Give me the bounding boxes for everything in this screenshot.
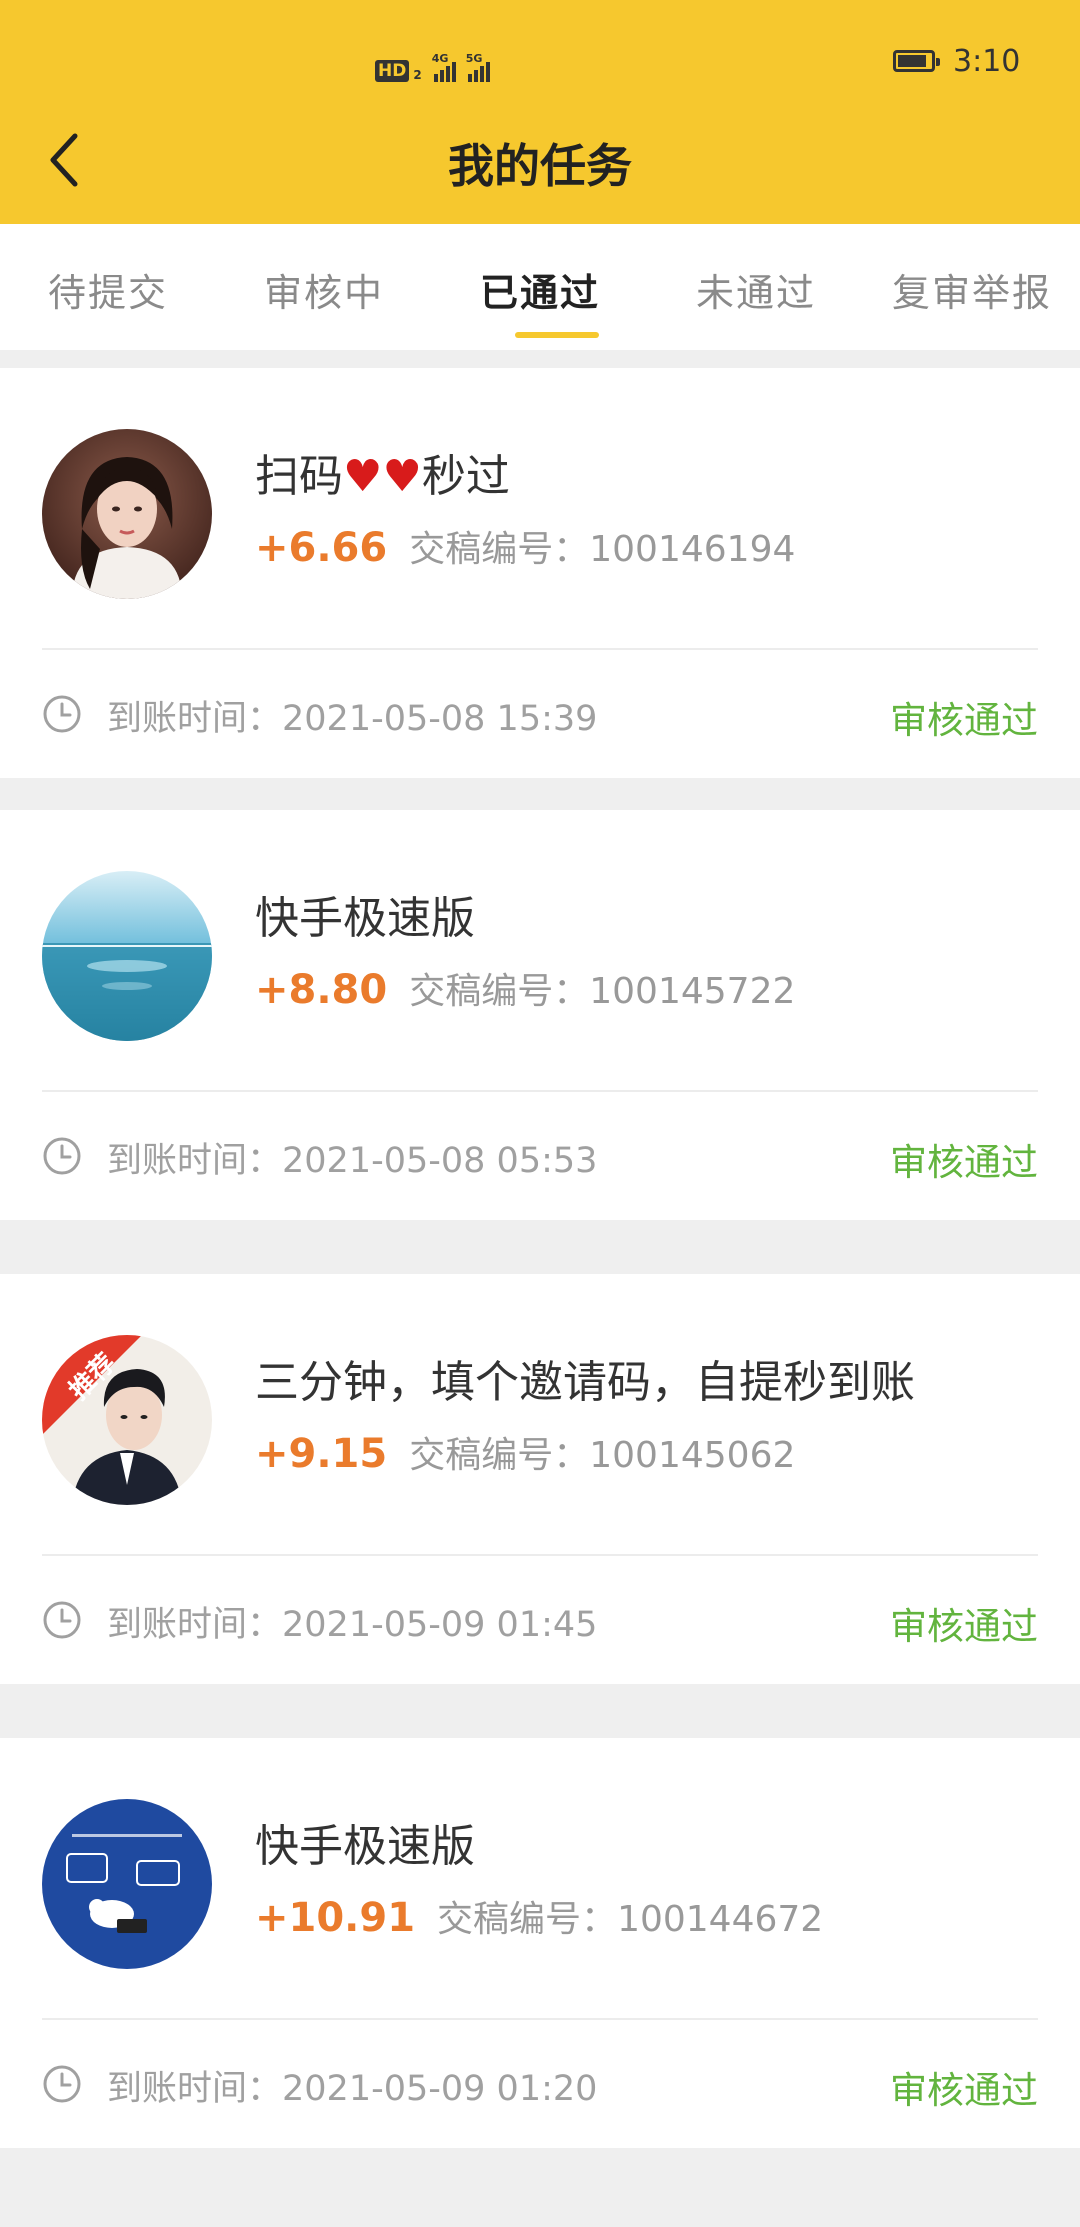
task-avatar <box>42 429 212 599</box>
reward-amount: +9.15 <box>255 1431 388 1477</box>
arrival-value: 2021-05-08 05:53 <box>282 1141 598 1181</box>
reward-amount: +6.66 <box>255 525 388 571</box>
tab-label: 待提交 <box>47 271 168 315</box>
clock-icon <box>43 1137 81 1175</box>
submission-id: 100145722 <box>589 971 796 1012</box>
submission-number: 交稿编号：100144672 <box>437 1899 823 1940</box>
task-card[interactable]: 推荐 三分钟，填个邀请码，自提秒到账 +9.15 交稿编号：100145062 到… <box>0 1274 1080 1684</box>
divider <box>42 2018 1038 2020</box>
hd-voice-icon: HD <box>375 60 410 82</box>
divider <box>42 1554 1038 1556</box>
signal-type-label: 4G <box>431 52 449 65</box>
signal-strength-icon: 4G <box>432 52 456 82</box>
hd-sim-number: 2 <box>413 68 422 82</box>
task-title: 三分钟，填个邀请码，自提秒到账 <box>255 1357 915 1408</box>
task-card[interactable]: 快手极速版 +10.91 交稿编号：100144672 到账时间：2021-05-… <box>0 1738 1080 2148</box>
tab-approved[interactable]: 已通过 <box>432 262 648 338</box>
tab-rejected[interactable]: 未通过 <box>648 262 864 322</box>
app-header: HD 2 4G 5G 3:10 我的任务 <box>0 0 1080 224</box>
clock-icon <box>43 695 81 733</box>
status-badge: 审核通过 <box>890 1141 1038 1184</box>
tab-label: 未通过 <box>695 271 816 315</box>
task-reward-row: +10.91 交稿编号：100144672 <box>255 1890 823 1942</box>
arrival-time: 到账时间：2021-05-08 05:53 <box>107 1132 597 1183</box>
task-title-suffix: 秒过 <box>421 451 510 502</box>
submission-number: 交稿编号：100145722 <box>409 971 795 1012</box>
arrival-label: 到账时间： <box>107 1605 283 1645</box>
task-avatar <box>42 1799 212 1969</box>
network-indicators: HD 2 4G 5G <box>375 48 490 82</box>
clock-icon <box>43 1601 81 1639</box>
page-title: 我的任务 <box>448 139 632 193</box>
arrival-value: 2021-05-09 01:20 <box>282 2069 598 2109</box>
tab-label: 复审举报 <box>891 271 1052 315</box>
tab-under-review[interactable]: 审核中 <box>216 262 432 322</box>
task-reward-row: +9.15 交稿编号：100145062 <box>255 1426 795 1478</box>
status-badge: 审核通过 <box>890 1605 1038 1648</box>
submission-label: 交稿编号： <box>409 971 590 1012</box>
arrival-time: 到账时间：2021-05-08 15:39 <box>107 690 597 741</box>
task-title-text: 扫码 <box>255 451 343 502</box>
arrival-label: 到账时间： <box>107 1141 283 1181</box>
status-badge: 审核通过 <box>890 2069 1038 2112</box>
arrival-time: 到账时间：2021-05-09 01:20 <box>107 2060 597 2111</box>
submission-id: 100145062 <box>589 1435 796 1476</box>
arrival-label: 到账时间： <box>107 699 283 739</box>
signal-type-label: 5G <box>465 52 483 65</box>
clock-icon <box>43 2065 81 2103</box>
submission-label: 交稿编号： <box>437 1899 618 1940</box>
task-avatar <box>42 871 212 1041</box>
task-title: 快手极速版 <box>255 893 475 944</box>
divider <box>42 1090 1038 1092</box>
status-badge: 审核通过 <box>890 699 1038 742</box>
tab-label: 已通过 <box>479 271 600 315</box>
divider <box>42 648 1038 650</box>
arrival-value: 2021-05-08 15:39 <box>282 699 598 739</box>
task-title: 扫码♥♥秒过 <box>255 440 510 504</box>
active-tab-indicator <box>515 332 599 338</box>
submission-number: 交稿编号：100145062 <box>409 1435 795 1476</box>
status-bar: HD 2 4G 5G 3:10 <box>0 0 1080 130</box>
arrival-value: 2021-05-09 01:45 <box>282 1605 598 1645</box>
task-reward-row: +8.80 交稿编号：100145722 <box>255 962 795 1014</box>
tab-appeal-report[interactable]: 复审举报 <box>864 262 1080 322</box>
status-time: 3:10 <box>953 44 1021 79</box>
arrival-label: 到账时间： <box>107 2069 283 2109</box>
submission-label: 交稿编号： <box>409 529 590 570</box>
task-card[interactable]: 扫码♥♥秒过 +6.66 交稿编号：100146194 到账时间：2021-05-… <box>0 368 1080 778</box>
tab-label: 审核中 <box>263 271 384 315</box>
arrival-time: 到账时间：2021-05-09 01:45 <box>107 1596 597 1647</box>
signal-strength-icon: 5G <box>466 52 490 82</box>
reward-amount: +8.80 <box>255 967 388 1013</box>
status-tabs: 待提交 审核中 已通过 未通过 复审举报 <box>0 224 1080 350</box>
task-reward-row: +6.66 交稿编号：100146194 <box>255 520 795 572</box>
task-card[interactable]: 快手极速版 +8.80 交稿编号：100145722 到账时间：2021-05-0… <box>0 810 1080 1220</box>
submission-number: 交稿编号：100146194 <box>409 529 795 570</box>
heart-icon: ♥♥ <box>343 451 422 502</box>
reward-amount: +10.91 <box>255 1895 416 1941</box>
submission-id: 100146194 <box>589 529 796 570</box>
submission-id: 100144672 <box>617 1899 824 1940</box>
task-title: 快手极速版 <box>255 1821 475 1872</box>
task-avatar: 推荐 <box>42 1335 212 1505</box>
submission-label: 交稿编号： <box>409 1435 590 1476</box>
tab-pending-submit[interactable]: 待提交 <box>0 262 216 322</box>
battery-icon <box>893 50 940 72</box>
